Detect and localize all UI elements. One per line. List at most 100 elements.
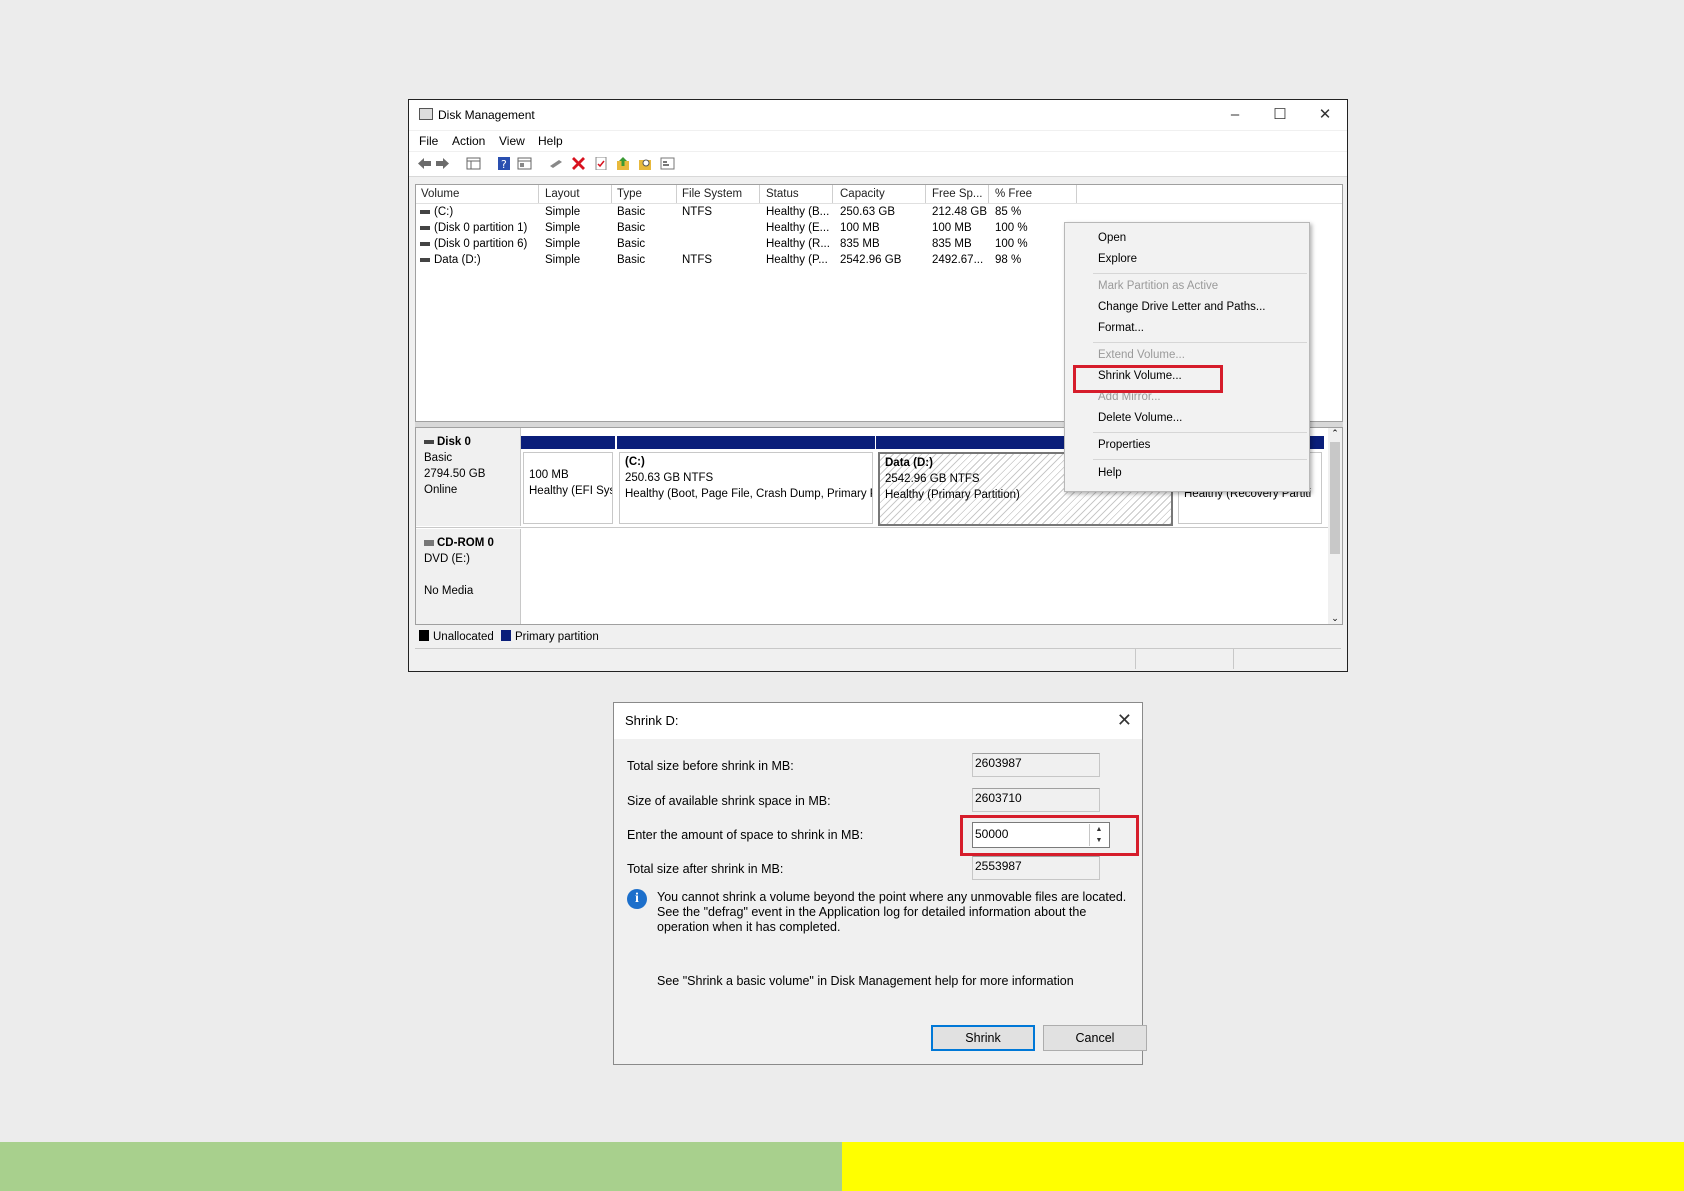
column-divider[interactable]	[1076, 185, 1077, 203]
volume-file-system: NTFS	[682, 206, 713, 218]
disk0-type: Basic	[424, 452, 453, 464]
volume-free-space: 212.48 GB	[932, 206, 987, 218]
menu-view[interactable]: View	[499, 134, 525, 148]
folder-up-icon[interactable]	[616, 157, 631, 170]
partition-efi[interactable]: 100 MB Healthy (EFI Sys	[521, 436, 615, 526]
svg-text:?: ?	[501, 158, 507, 170]
help-icon[interactable]: ?	[497, 157, 512, 170]
column-divider[interactable]	[538, 185, 539, 203]
vertical-scrollbar[interactable]: ⌃ ⌄	[1328, 428, 1342, 624]
volume-name: (Disk 0 partition 1)	[434, 222, 528, 234]
menu-item-open[interactable]: Open	[1098, 232, 1126, 244]
column-type[interactable]: Type	[617, 188, 642, 200]
menu-item-extend-volume: Extend Volume...	[1098, 349, 1185, 361]
partition-c[interactable]: (C:) 250.63 GB NTFS Healthy (Boot, Page …	[617, 436, 875, 526]
shrink-button[interactable]: Shrink	[931, 1025, 1035, 1051]
column-layout[interactable]: Layout	[545, 188, 580, 200]
drive-icon	[420, 225, 430, 230]
menu-help[interactable]: Help	[538, 134, 563, 148]
disk-icon	[424, 439, 434, 444]
volume-name: (C:)	[434, 206, 454, 218]
delete-icon[interactable]	[571, 157, 586, 170]
column-divider[interactable]	[676, 185, 677, 203]
cancel-button[interactable]: Cancel	[1043, 1025, 1147, 1051]
column-divider[interactable]	[925, 185, 926, 203]
context-menu: Open Explore Mark Partition as Active Ch…	[1064, 222, 1310, 492]
total-after-label: Total size after shrink in MB:	[627, 862, 784, 876]
disk-divider	[416, 527, 1328, 528]
toolbar: ?	[409, 152, 1347, 177]
minimize-button[interactable]: –	[1215, 104, 1255, 126]
volume-free-space: 835 MB	[932, 238, 972, 250]
folder-search-icon[interactable]	[638, 157, 653, 170]
forward-arrow-icon[interactable]	[435, 157, 450, 170]
volume-percent-free: 100 %	[995, 222, 1028, 234]
menu-separator	[1093, 273, 1307, 274]
column-status[interactable]: Status	[766, 188, 799, 200]
volume-capacity: 250.63 GB	[840, 206, 895, 218]
total-after-field: 2553987	[972, 856, 1100, 880]
dialog-close-icon[interactable]: ✕	[1117, 710, 1132, 731]
menu-bar: File Action View Help	[409, 131, 1347, 151]
cdrom-info[interactable]: CD-ROM 0 DVD (E:) No Media	[416, 529, 521, 624]
shrink-dialog: Shrink D: ✕ Total size before shrink in …	[613, 702, 1147, 1065]
connect-disk-icon[interactable]	[549, 157, 564, 170]
disk0-size: 2794.50 GB	[424, 468, 486, 480]
primary-swatch	[501, 630, 511, 641]
menu-item-mark-active: Mark Partition as Active	[1098, 280, 1219, 292]
scroll-up-icon[interactable]: ⌃	[1328, 428, 1342, 439]
volume-list-header: Volume Layout Type File System Status Ca…	[416, 185, 1342, 204]
drive-icon	[420, 257, 430, 262]
properties-pane-icon[interactable]	[517, 157, 532, 170]
check-properties-icon[interactable]	[594, 157, 609, 170]
volume-layout: Simple	[545, 206, 581, 218]
column-volume[interactable]: Volume	[421, 188, 459, 200]
volume-type: Basic	[617, 222, 646, 234]
column-file-system[interactable]: File System	[682, 188, 742, 200]
maximize-button[interactable]: ☐	[1260, 104, 1300, 126]
settings-panel-icon[interactable]	[660, 157, 675, 170]
volume-free-space: 100 MB	[932, 222, 972, 234]
column-percent-free[interactable]: % Free	[995, 188, 1032, 200]
menu-item-delete-volume[interactable]: Delete Volume...	[1098, 412, 1182, 424]
menu-item-change-drive-letter[interactable]: Change Drive Letter and Paths...	[1098, 301, 1266, 313]
volume-type: Basic	[617, 206, 646, 218]
volume-row[interactable]: (C:) Simple Basic NTFS Healthy (B... 250…	[416, 205, 1342, 221]
volume-percent-free: 100 %	[995, 238, 1028, 250]
shrink-amount-highlight	[960, 815, 1139, 856]
column-free-space[interactable]: Free Sp...	[932, 188, 983, 200]
disk0-info[interactable]: Disk 0 Basic 2794.50 GB Online	[416, 428, 521, 526]
partition-size: 250.63 GB NTFS	[625, 472, 714, 484]
column-capacity[interactable]: Capacity	[840, 188, 885, 200]
volume-capacity: 835 MB	[840, 238, 880, 250]
partition-health: Healthy (Primary Partition)	[885, 489, 1020, 501]
back-arrow-icon[interactable]	[417, 157, 432, 170]
volume-status: Healthy (E...	[766, 222, 830, 234]
bottom-bar-right	[842, 1142, 1684, 1191]
show-hide-tree-icon[interactable]	[466, 157, 481, 170]
column-divider[interactable]	[988, 185, 989, 203]
shrink-amount-label: Enter the amount of space to shrink in M…	[627, 828, 864, 842]
menu-item-help[interactable]: Help	[1098, 467, 1122, 479]
close-button[interactable]: ✕	[1305, 104, 1345, 126]
cdrom-name: CD-ROM 0	[437, 537, 494, 549]
menu-file[interactable]: File	[419, 134, 438, 148]
menu-item-explore[interactable]: Explore	[1098, 253, 1137, 265]
menu-item-properties[interactable]: Properties	[1098, 439, 1150, 451]
cdrom-type: DVD (E:)	[424, 553, 470, 565]
volume-status: Healthy (R...	[766, 238, 830, 250]
volume-layout: Simple	[545, 238, 581, 250]
partition-band	[617, 436, 875, 449]
partition-band	[521, 436, 615, 449]
menu-item-format[interactable]: Format...	[1098, 322, 1144, 334]
menu-action[interactable]: Action	[452, 134, 485, 148]
drive-icon	[420, 241, 430, 246]
column-divider[interactable]	[611, 185, 612, 203]
info-icon: i	[627, 889, 647, 909]
available-space-field: 2603710	[972, 788, 1100, 812]
scroll-down-icon[interactable]: ⌄	[1328, 613, 1342, 624]
volume-status: Healthy (B...	[766, 206, 830, 218]
column-divider[interactable]	[759, 185, 760, 203]
column-divider[interactable]	[832, 185, 833, 203]
scroll-thumb[interactable]	[1330, 442, 1340, 554]
